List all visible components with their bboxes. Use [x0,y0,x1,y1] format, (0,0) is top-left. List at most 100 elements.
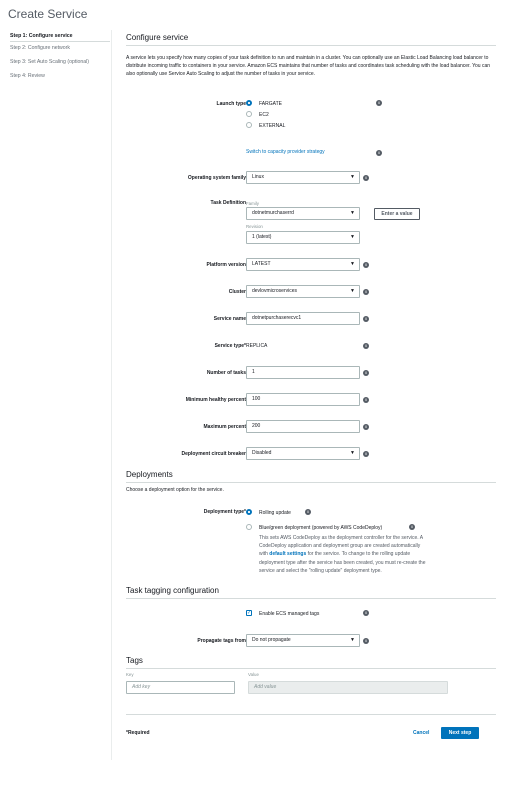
wizard-steps: Step 1: Configure service Step 2: Config… [10,33,110,87]
radio-external-label: EXTERNAL [259,123,286,129]
chevron-down-icon: ▼ [350,288,355,294]
next-step-button[interactable]: Next step [441,727,479,739]
service-type-label: Service type* [214,343,246,349]
default-settings-link[interactable]: default settings [269,551,306,557]
ecs-managed-tags-label: Enable ECS managed tags [259,611,320,617]
chevron-down-icon: ▼ [350,450,355,456]
family-label: Family [246,201,259,206]
circuit-breaker-value: Disabled [252,450,272,456]
deployments-heading: Deployments [126,470,496,483]
step-auto-scaling[interactable]: Step 3: Set Auto Scaling (optional) [10,59,110,73]
blue-green-desc-text: for the service. To change to the rollin… [306,551,411,558]
radio-external[interactable] [246,122,252,128]
platform-version-select[interactable]: LATEST ▼ [246,258,360,271]
radio-ec2-label: EC2 [259,112,269,118]
family-select[interactable]: dotnetmurchaserrd ▼ [246,207,360,220]
capacity-provider-link[interactable]: Switch to capacity provider strategy [246,149,325,155]
propagate-tags-select[interactable]: Do not propagate ▼ [246,634,360,647]
circuit-breaker-select[interactable]: Disabled ▼ [246,447,360,460]
info-icon[interactable]: i [363,175,369,181]
info-icon[interactable]: i [363,638,369,644]
radio-rolling-update[interactable] [246,509,252,515]
tags-key-header: Key [126,672,134,677]
propagate-tags-label: Propagate tags from [197,638,246,644]
radio-blue-green[interactable] [246,524,252,530]
blue-green-desc-line: This sets AWS CodeDeploy as the deployme… [259,535,424,541]
info-icon[interactable]: i [363,451,369,457]
launch-type-label: Launch type [216,101,246,107]
revision-select[interactable]: 1 (latest) ▼ [246,231,360,244]
number-of-tasks-label: Number of tasks [206,370,246,376]
cancel-button[interactable]: Cancel [413,730,429,736]
required-note: *Required [126,730,150,736]
info-icon[interactable]: i [363,316,369,322]
platform-version-value: LATEST [252,261,271,267]
chevron-down-icon: ▼ [350,174,355,180]
page-title: Create Service [8,7,88,21]
circuit-breaker-label: Deployment circuit breaker [181,451,246,457]
radio-fargate-label: FARGATE [259,101,282,107]
enter-value-button[interactable]: Enter a value [374,208,420,220]
os-family-label: Operating system family [187,175,246,181]
info-icon[interactable]: i [376,100,382,106]
tag-key-input[interactable]: Add key [126,681,235,694]
radio-ec2[interactable] [246,111,252,117]
max-percent-input[interactable]: 200 [246,420,360,433]
footer-divider [126,714,496,715]
radio-blue-green-label: Blue/green deployment (powered by AWS Co… [259,525,383,531]
min-healthy-percent-input[interactable]: 100 [246,393,360,406]
radio-rolling-update-label: Rolling update [259,510,291,516]
info-icon[interactable]: i [363,397,369,403]
number-of-tasks-input[interactable]: 1 [246,366,360,379]
blue-green-desc-line: with default settings for the service. T… [259,550,469,558]
tags-value-header: Value [248,672,259,677]
info-icon[interactable]: i [409,524,415,530]
blue-green-desc-text: with [259,551,270,558]
info-icon[interactable]: i [363,370,369,376]
blue-green-desc-line: deployment type after the service has be… [259,559,426,566]
checkmark-icon: ✓ [247,610,252,616]
deployment-type-label: Deployment type* [203,509,246,515]
os-family-value: Linux [252,174,264,180]
ecs-managed-tags-checkbox[interactable]: ✓ [246,610,252,616]
blue-green-desc-line: CodeDeploy application and deployment gr… [259,543,421,550]
chevron-down-icon: ▼ [350,637,355,643]
cluster-select[interactable]: devlovmicroservices ▼ [246,285,360,298]
revision-value: 1 (latest) [252,234,272,240]
configure-service-heading: Configure service [126,33,496,46]
step-configure-service[interactable]: Step 1: Configure service [10,33,110,45]
revision-label: Revision [246,224,263,229]
tag-value-input[interactable]: Add value [248,681,448,694]
main-panel: Configure service A service lets you spe… [111,30,511,760]
service-type-value: REPLICA [246,343,268,349]
info-icon[interactable]: i [363,343,369,349]
info-icon[interactable]: i [363,262,369,268]
max-percent-label: Maximum percent [203,424,246,430]
cluster-label: Cluster [228,289,246,295]
configure-intro: A service lets you specify how many copi… [126,55,490,78]
task-tagging-heading: Task tagging configuration [126,586,496,599]
platform-version-label: Platform version [206,262,246,268]
service-name-input[interactable]: dotnetpurchaserecvc1 [246,312,360,325]
blue-green-desc-line: service and select the "rolling update" … [259,567,382,574]
service-name-label: Service name [213,316,246,322]
step-configure-network[interactable]: Step 2: Configure network [10,45,110,59]
deployments-desc: Choose a deployment option for the servi… [126,487,224,493]
radio-fargate[interactable] [246,100,252,106]
chevron-down-icon: ▼ [350,210,355,216]
chevron-down-icon: ▼ [350,261,355,267]
info-icon[interactable]: i [363,610,369,616]
family-value: dotnetmurchaserrd [252,210,294,216]
info-icon[interactable]: i [305,509,311,515]
propagate-tags-value: Do not propagate [252,637,291,643]
info-icon[interactable]: i [363,289,369,295]
cluster-value: devlovmicroservices [252,288,298,294]
os-family-select[interactable]: Linux ▼ [246,171,360,184]
chevron-down-icon: ▼ [350,234,355,240]
info-icon[interactable]: i [363,424,369,430]
blue-green-description: This sets AWS CodeDeploy as the deployme… [259,534,469,575]
task-definition-label: Task Definition [210,200,246,206]
info-icon[interactable]: i [376,150,382,156]
step-review[interactable]: Step 4: Review [10,73,110,87]
tags-heading: Tags [126,656,496,669]
